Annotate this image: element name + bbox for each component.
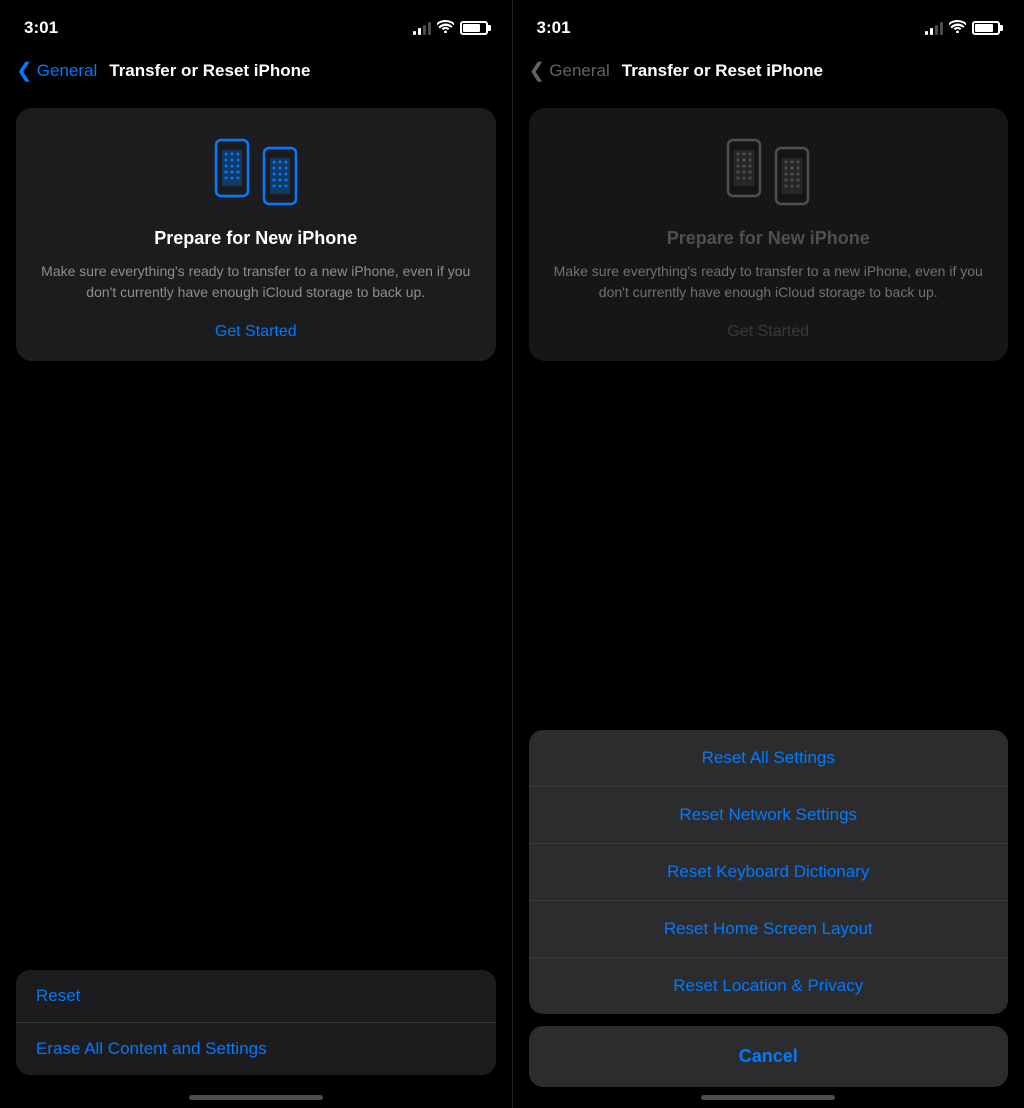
- card-title-left: Prepare for New iPhone: [154, 228, 357, 249]
- battery-icon-right: [972, 21, 1000, 35]
- prepare-card-left: Prepare for New iPhone Make sure everyth…: [16, 108, 496, 361]
- nav-bar-left: ❮ General Transfer or Reset iPhone: [0, 50, 512, 100]
- status-icons-right: [925, 20, 1000, 36]
- reset-location-privacy-btn[interactable]: Reset Location & Privacy: [529, 958, 1009, 1014]
- left-phone-panel: 3:01 ❮ General Transfer or Reset iPhon: [0, 0, 512, 1108]
- reset-item[interactable]: Reset: [16, 970, 496, 1023]
- back-label-left: General: [37, 61, 97, 81]
- reset-network-settings-btn[interactable]: Reset Network Settings: [529, 787, 1009, 844]
- card-title-right: Prepare for New iPhone: [667, 228, 870, 249]
- card-desc-left: Make sure everything's ready to transfer…: [36, 261, 476, 303]
- home-indicator-left: [189, 1095, 323, 1100]
- transfer-icon-left: [206, 132, 306, 212]
- get-started-left[interactable]: Get Started: [215, 323, 297, 341]
- reset-action-menu: Reset All Settings Reset Network Setting…: [529, 730, 1009, 1014]
- cancel-button[interactable]: Cancel: [529, 1026, 1009, 1087]
- page-title-left: Transfer or Reset iPhone: [109, 61, 310, 81]
- card-desc-right: Make sure everything's ready to transfer…: [549, 261, 989, 303]
- status-icons-left: [413, 20, 488, 36]
- bottom-list-left: Reset Erase All Content and Settings: [16, 970, 496, 1075]
- prepare-card-right: Prepare for New iPhone Make sure everyth…: [529, 108, 1009, 361]
- page-title-right: Transfer or Reset iPhone: [622, 61, 823, 81]
- back-button-right[interactable]: ❮ General: [529, 61, 610, 81]
- back-label-right: General: [549, 61, 609, 81]
- wifi-icon-right: [949, 20, 966, 36]
- get-started-right[interactable]: Get Started: [727, 323, 809, 341]
- reset-home-screen-layout-btn[interactable]: Reset Home Screen Layout: [529, 901, 1009, 958]
- reset-keyboard-dictionary-btn[interactable]: Reset Keyboard Dictionary: [529, 844, 1009, 901]
- status-bar-right: 3:01: [513, 0, 1024, 50]
- erase-item[interactable]: Erase All Content and Settings: [16, 1023, 496, 1075]
- time-left: 3:01: [24, 18, 58, 38]
- home-indicator-right: [701, 1095, 835, 1100]
- status-bar-left: 3:01: [0, 0, 512, 50]
- right-phone-panel: 3:01 ❮ General Transfer or Reset iPhon: [513, 0, 1024, 1108]
- back-button-left[interactable]: ❮ General: [16, 61, 97, 81]
- chevron-left-icon-right: ❮: [529, 61, 546, 81]
- battery-icon-left: [460, 21, 488, 35]
- time-right: 3:01: [537, 18, 571, 38]
- signal-icon-right: [925, 21, 943, 35]
- signal-icon-left: [413, 21, 431, 35]
- reset-all-settings-btn[interactable]: Reset All Settings: [529, 730, 1009, 787]
- nav-bar-right: ❮ General Transfer or Reset iPhone: [513, 50, 1024, 100]
- wifi-icon-left: [437, 20, 454, 36]
- chevron-left-icon-left: ❮: [16, 61, 33, 81]
- transfer-icon-right: [718, 132, 818, 212]
